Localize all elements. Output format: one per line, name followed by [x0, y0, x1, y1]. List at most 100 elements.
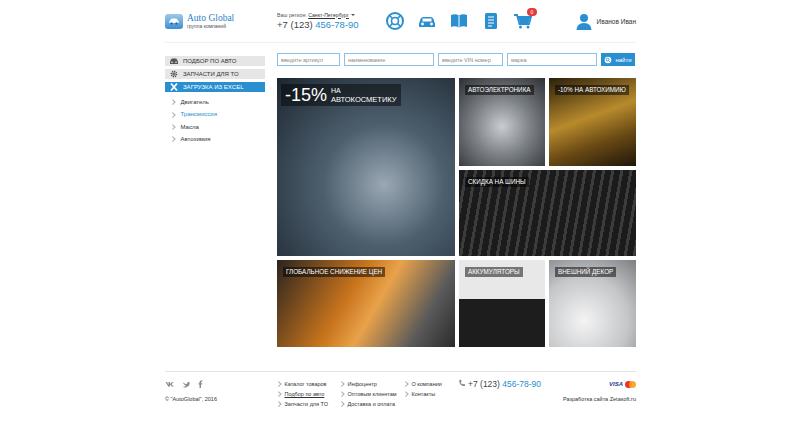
gear-icon — [169, 69, 179, 79]
mastercard-icon — [625, 381, 636, 388]
phone-number: 456-78-90 — [502, 379, 541, 389]
footer-left: © "AutoGlobal", 2016 — [165, 379, 277, 409]
vk-icon[interactable] — [165, 381, 174, 387]
lifebuoy-icon[interactable] — [385, 11, 405, 31]
logo-icon — [165, 14, 183, 29]
developer-link[interactable]: Разработка сайта Zetasoft.ru — [563, 396, 636, 402]
twitter-icon[interactable] — [182, 381, 190, 388]
footer-link[interactable]: О компании — [404, 379, 458, 389]
main: ПОДБОР ПО АВТО ЗАПЧАСТИ ДЛЯ ТО ЗАГРУЗКА ИЗ… — [165, 53, 636, 347]
chevron-icon — [170, 137, 175, 142]
chevron-icon — [339, 392, 344, 397]
subcategory-label: Автохимия — [181, 133, 211, 145]
subcategory-item[interactable]: Трансмиссия — [165, 108, 265, 120]
promo-tile[interactable]: СКИДКА НА ШИНЫ — [459, 170, 636, 256]
promo-tile[interactable]: ГЛОБАЛЬНОЕ СНИЖЕНИЕ ЦЕН — [277, 260, 455, 347]
cart-badge: 0 — [527, 8, 537, 16]
excel-icon — [169, 82, 179, 92]
sidebar-item[interactable]: ПОДБОР ПО АВТО — [165, 56, 265, 66]
footer-link-label: Запчасти для ТО — [285, 399, 328, 409]
tile-label: ГЛОБАЛЬНОЕ СНИЖЕНИЕ ЦЕН — [283, 267, 385, 277]
header-link[interactable] — [385, 11, 405, 31]
subcategory-item[interactable]: Двигатель — [165, 96, 265, 108]
phone-icon — [458, 379, 465, 387]
subcategory-label: Масла — [181, 121, 199, 133]
promo-grid: -15%НААВТОКОСМЕТИКУ АВТОЭЛЕКТРОНИКА -10% Н… — [277, 78, 636, 347]
header-link[interactable] — [481, 11, 501, 31]
promo-tile[interactable]: АККУМУЛЯТОРЫ — [459, 260, 545, 347]
document-icon[interactable] — [481, 11, 501, 31]
subcategory-list: ДвигательТрансмиссияМаслаАвтохимия — [165, 96, 265, 145]
cart-button[interactable]: 0 — [513, 11, 533, 31]
footer-link[interactable]: Запчасти для ТО — [277, 399, 340, 409]
search-button[interactable]: найти — [601, 53, 635, 66]
page: Auto Globalгруппа компаний Ваш регион: Са… — [165, 0, 636, 409]
chevron-icon — [276, 392, 281, 397]
promo-label: АВТОКОСМЕТИКУ — [331, 95, 396, 104]
promo-tile[interactable]: -15%НААВТОКОСМЕТИКУ — [277, 78, 455, 256]
logo-subtitle: группа компаний — [187, 23, 234, 29]
user-icon[interactable] — [575, 12, 593, 30]
phone-code: +7 (123) — [277, 19, 313, 30]
promo-discount: -15% — [285, 85, 327, 105]
footer-link[interactable]: Оптовым клиентам — [340, 389, 404, 399]
search-icon[interactable] — [604, 56, 612, 64]
sidebar-label: ПОДБОР ПО АВТО — [183, 58, 236, 64]
phone-code: +7 (123) — [468, 379, 500, 389]
subcategory-item[interactable]: Автохимия — [165, 133, 265, 145]
chevron-icon — [403, 382, 408, 387]
footer-link[interactable]: Контакты — [404, 389, 458, 399]
phone: +7 (123) 456-78-90 — [468, 379, 541, 389]
social-links — [165, 379, 277, 389]
footer-link[interactable]: Подбор по авто — [277, 389, 340, 399]
tile-label: АККУМУЛЯТОРЫ — [465, 267, 523, 277]
promo-tile[interactable]: ВНЕШНИЙ ДЕКОР — [549, 260, 636, 347]
search-bar: найти — [277, 53, 636, 66]
caret-icon[interactable] — [351, 14, 355, 16]
region-label: Ваш регион: — [277, 12, 307, 18]
subcategory-item[interactable]: Масла — [165, 121, 265, 133]
sidebar: ПОДБОР ПО АВТО ЗАПЧАСТИ ДЛЯ ТО ЗАГРУЗКА ИЗ… — [165, 53, 265, 347]
promo-text: НААВТОКОСМЕТИКУ — [331, 87, 396, 104]
footer-link-label: Инфоцентр — [348, 379, 377, 389]
logo-title: Auto Global — [187, 13, 234, 23]
car-icon — [169, 56, 179, 66]
logo[interactable]: Auto Globalгруппа компаний — [165, 13, 277, 29]
chevron-icon — [170, 100, 175, 105]
footer-link-label: Каталог товаров — [285, 379, 327, 389]
promo-tile[interactable]: АВТОЭЛЕКТРОНИКА — [459, 78, 545, 166]
region-selector[interactable]: Ваш регион: Санкт-Петербург — [277, 12, 385, 19]
footer-column: ИнфоцентрОптовым клиентамДоставка и опла… — [340, 379, 404, 409]
footer-link[interactable]: Каталог товаров — [277, 379, 340, 389]
catalog-icon[interactable] — [449, 11, 469, 31]
header-link[interactable] — [417, 11, 437, 31]
footer-link-label: Оптовым клиентам — [348, 389, 397, 399]
phone: +7 (123) 456-78-90 — [277, 19, 385, 31]
logo-text: Auto Globalгруппа компаний — [187, 13, 234, 29]
search-field[interactable] — [277, 53, 340, 66]
header-link[interactable] — [449, 11, 469, 31]
sidebar-label: ЗАГРУЗКА ИЗ EXCEL — [183, 84, 244, 90]
tile-label: АВТОЭЛЕКТРОНИКА — [465, 85, 534, 95]
search-field[interactable] — [507, 53, 597, 66]
chevron-icon — [339, 382, 344, 387]
user-menu[interactable]: Иванов Иван — [575, 12, 636, 30]
chevron-icon — [339, 402, 344, 407]
phone-number: 456-78-90 — [315, 19, 358, 30]
promo-tile[interactable]: -10% НА АВТОХИМИЮ — [549, 78, 636, 166]
region-value[interactable]: Санкт-Петербург — [308, 12, 349, 18]
footer-column: Каталог товаровПодбор по автоЗапчасти дл… — [277, 379, 340, 409]
promo-banner: -15%НААВТОКОСМЕТИКУ — [281, 84, 401, 106]
sidebar-item[interactable]: ЗАПЧАСТИ ДЛЯ ТО — [165, 69, 265, 79]
facebook-icon[interactable] — [198, 380, 203, 388]
sidebar-item[interactable]: ЗАГРУЗКА ИЗ EXCEL — [165, 82, 265, 92]
footer-link[interactable]: Доставка и оплата — [340, 399, 404, 409]
subcategory-label: Двигатель — [181, 96, 209, 108]
user-name[interactable]: Иванов Иван — [597, 18, 636, 25]
car-icon[interactable] — [417, 11, 437, 31]
search-field[interactable] — [438, 53, 503, 66]
footer-link[interactable]: Инфоцентр — [340, 379, 404, 389]
search-field[interactable] — [344, 53, 434, 66]
header: Auto Globalгруппа компаний Ваш регион: Са… — [165, 0, 636, 43]
footer-link-label: Доставка и оплата — [348, 399, 395, 409]
